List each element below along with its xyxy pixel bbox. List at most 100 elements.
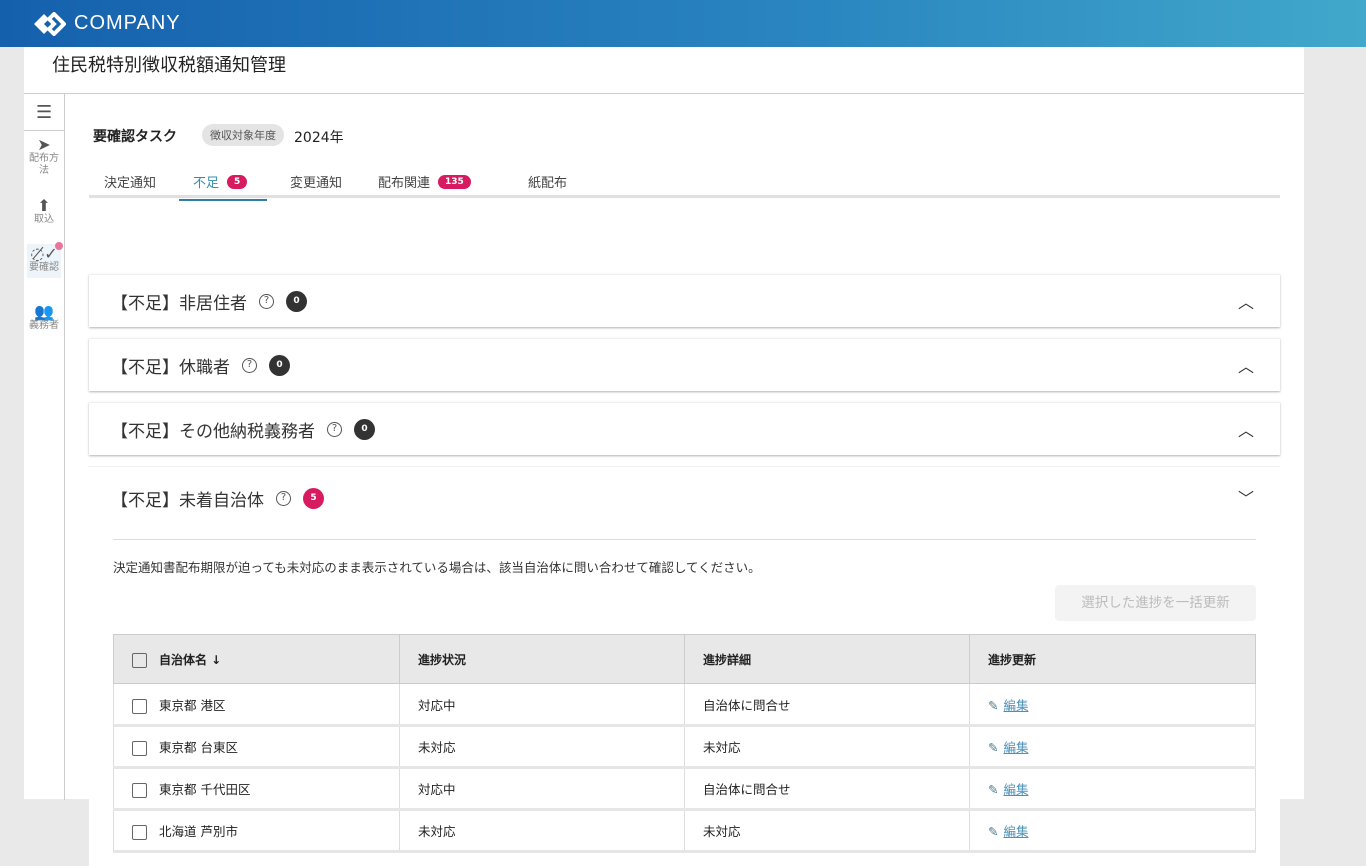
- select-all-checkbox[interactable]: [132, 652, 147, 668]
- column-header-update: 進捗更新: [969, 634, 1256, 684]
- chevron-down-icon[interactable]: ﹀: [1238, 485, 1254, 509]
- accordion-header[interactable]: 【不足】休職者? 0 ︿: [89, 339, 1280, 391]
- cell-status: 未対応: [399, 809, 685, 853]
- municipality-table: 自治体名 ↓ 進捗状況 進捗詳細 進捗更新 東京都 港区 対応中 自治体に問合せ ✎ 編…: [113, 634, 1256, 853]
- column-header-status: 進捗状況: [399, 634, 685, 684]
- cell-text: 東京都 台東区: [159, 740, 238, 755]
- cell-update: ✎ 編集: [969, 767, 1256, 811]
- count-badge: 135: [438, 174, 471, 189]
- cell-status: 未対応: [399, 725, 685, 769]
- pencil-icon: ✎: [988, 740, 999, 755]
- sidebar-item-label: 要確認: [29, 262, 59, 273]
- help-icon[interactable]: ?: [242, 357, 257, 373]
- edit-link[interactable]: 編集: [1003, 824, 1028, 839]
- accordion-other: 【不足】その他納税義務者? 0 ︿: [89, 402, 1280, 455]
- tab-label: 不足: [193, 176, 220, 191]
- pencil-icon: ✎: [988, 782, 999, 797]
- help-icon[interactable]: ?: [259, 293, 274, 309]
- notification-dot: [55, 242, 63, 250]
- row-checkbox[interactable]: [132, 698, 147, 714]
- tab-change[interactable]: 変更通知: [290, 172, 342, 191]
- year-value: 2024年: [294, 130, 344, 146]
- tab-shortage[interactable]: 不足 5: [178, 172, 268, 201]
- menu-icon[interactable]: ☰: [36, 102, 52, 123]
- cell-detail: 自治体に問合せ: [684, 683, 970, 727]
- edit-link[interactable]: 編集: [1003, 698, 1028, 713]
- cell-status: 対応中: [399, 683, 685, 727]
- column-header-detail: 進捗詳細: [684, 634, 970, 684]
- cell-update: ✎ 編集: [969, 725, 1256, 769]
- tab-decision[interactable]: 決定通知: [104, 172, 156, 191]
- table-row: 北海道 芦別市 未対応 未対応 ✎ 編集: [113, 809, 1256, 853]
- cell-name: 北海道 芦別市: [113, 809, 400, 853]
- tab-label: 配布関連: [378, 176, 431, 191]
- sidebar-item-distribution[interactable]: ➤ 配布方法: [27, 135, 61, 177]
- sidebar: ☰ ➤ 配布方法 ⬆ 取込 ◌̸✓ 要確認 👥 義務者: [24, 94, 65, 800]
- accordion-header[interactable]: 【不足】非居住者? 0 ︿: [89, 275, 1280, 327]
- tab-distribution[interactable]: 配布関連 135: [378, 172, 471, 191]
- count-badge: 0: [269, 354, 290, 376]
- sidebar-item-review[interactable]: ◌̸✓ 要確認: [27, 242, 63, 278]
- cell-text: 東京都 港区: [159, 697, 226, 713]
- cell-detail: 未対応: [684, 809, 970, 853]
- accordion-title: 【不足】その他納税義務者: [111, 421, 315, 442]
- accordion-non-resident: 【不足】非居住者? 0 ︿: [89, 274, 1280, 327]
- cell-name: 東京都 台東区: [113, 725, 400, 769]
- row-checkbox[interactable]: [132, 741, 147, 756]
- sidebar-item-obligors[interactable]: 👥 義務者: [27, 304, 61, 332]
- accordion-header[interactable]: 【不足】その他納税義務者? 0 ︿: [89, 403, 1280, 455]
- tab-label: 決定通知: [104, 176, 157, 191]
- count-badge: 0: [286, 290, 307, 312]
- logo-icon: [34, 11, 66, 36]
- tab-label: 紙配布: [528, 176, 568, 191]
- row-checkbox[interactable]: [132, 825, 147, 840]
- chevron-up-icon[interactable]: ︿: [1238, 417, 1254, 441]
- divider: [24, 93, 1304, 94]
- cell-text: 東京都 千代田区: [159, 782, 251, 797]
- brand-name: COMPANY: [74, 12, 181, 34]
- tab-label: 変更通知: [290, 176, 343, 191]
- row-checkbox[interactable]: [132, 783, 147, 798]
- help-icon[interactable]: ?: [327, 421, 342, 437]
- accordion-title: 【不足】休職者: [111, 357, 230, 378]
- chevron-up-icon[interactable]: ︿: [1238, 353, 1254, 377]
- edit-link[interactable]: 編集: [1003, 782, 1028, 797]
- edit-link[interactable]: 編集: [1003, 740, 1028, 755]
- app-header: COMPANY: [0, 0, 1366, 47]
- divider: [24, 130, 64, 131]
- send-icon: ➤: [37, 135, 51, 154]
- count-badge: 5: [227, 174, 248, 189]
- cell-name: 東京都 港区: [113, 683, 400, 727]
- cell-update: ✎ 編集: [969, 683, 1256, 727]
- cell-update: ✎ 編集: [969, 809, 1256, 853]
- table-row: 東京都 千代田区 対応中 自治体に問合せ ✎ 編集: [113, 767, 1256, 811]
- pencil-icon: ✎: [988, 697, 999, 713]
- accordion-title: 【不足】未着自治体: [111, 490, 264, 511]
- year-chip: 徴収対象年度: [202, 124, 284, 146]
- cell-name: 東京都 千代田区: [113, 767, 400, 811]
- bulk-update-button[interactable]: 選択した進捗を一括更新: [1055, 585, 1256, 621]
- sidebar-item-label: 配布方法: [29, 153, 59, 176]
- count-badge: 0: [354, 418, 375, 440]
- cell-detail: 自治体に問合せ: [684, 767, 970, 811]
- table-row: 東京都 台東区 未対応 未対応 ✎ 編集: [113, 725, 1256, 769]
- upload-icon: ⬆: [37, 196, 51, 215]
- accordion-header[interactable]: 【不足】未着自治体? 5 ﹀: [89, 467, 1280, 529]
- company-logo[interactable]: COMPANY: [32, 11, 181, 36]
- cell-text: 北海道 芦別市: [159, 824, 238, 839]
- sidebar-item-import[interactable]: ⬆ 取込: [27, 196, 61, 226]
- header-label: 自治体名 ↓: [159, 652, 222, 667]
- table-row: 東京都 港区 対応中 自治体に問合せ ✎ 編集: [113, 683, 1256, 727]
- sidebar-item-label: 義務者: [29, 320, 59, 331]
- app-panel: 住民税特別徴収税額通知管理 ☰ ➤ 配布方法 ⬆ 取込 ◌̸✓ 要確認 👥 義務者 要確…: [24, 47, 1304, 866]
- check-circle-icon: ◌̸✓: [30, 244, 58, 263]
- help-icon[interactable]: ?: [276, 490, 291, 506]
- tab-paper[interactable]: 紙配布: [528, 172, 567, 191]
- accordion-leave: 【不足】休職者? 0 ︿: [89, 338, 1280, 391]
- info-note: 決定通知書配布期限が迫っても未対応のまま表示されている場合は、該当自治体に問い合…: [113, 560, 761, 575]
- page-title: 住民税特別徴収税額通知管理: [52, 55, 286, 76]
- tab-bar: 決定通知 不足 5 変更通知 配布関連 135 紙配布: [89, 168, 1280, 201]
- chevron-up-icon[interactable]: ︿: [1238, 289, 1254, 313]
- column-header-name[interactable]: 自治体名 ↓: [113, 634, 400, 684]
- cell-status: 対応中: [399, 767, 685, 811]
